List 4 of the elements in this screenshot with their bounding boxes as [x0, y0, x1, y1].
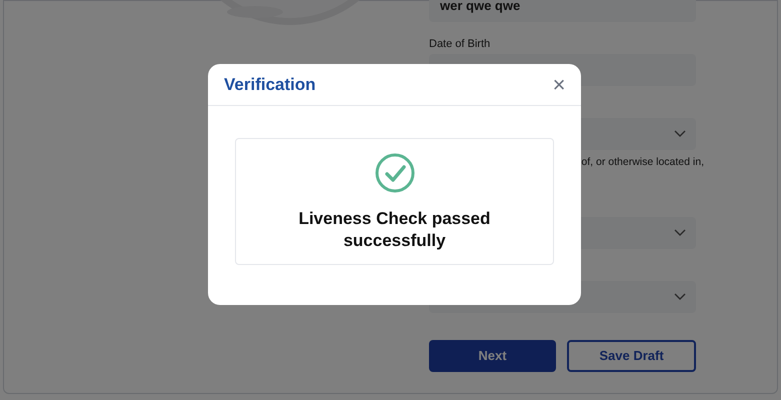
- field-label: Date of Birth: [429, 38, 492, 50]
- status-message: Liveness Check passed successfully: [298, 208, 492, 252]
- note-text: of, or otherwise located in,: [581, 155, 704, 170]
- dialog-title: Verification: [224, 74, 316, 96]
